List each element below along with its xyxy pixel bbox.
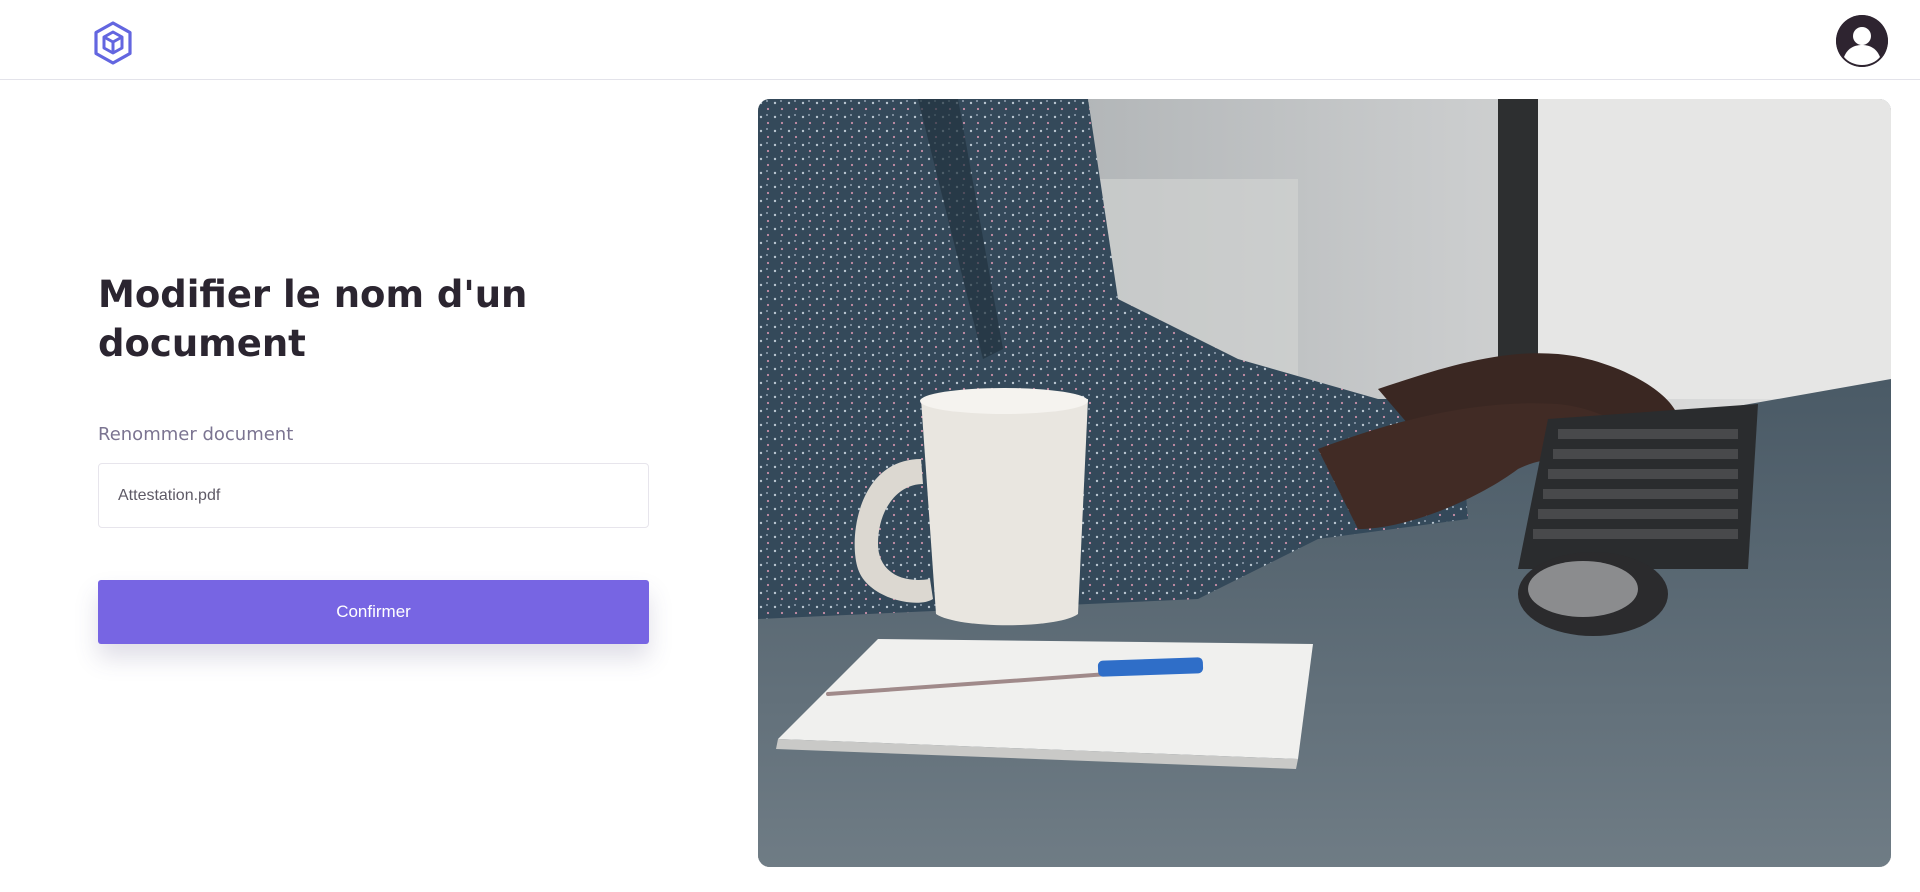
hero-photo — [758, 99, 1891, 867]
top-bar — [0, 0, 1920, 80]
document-name-input[interactable] — [98, 463, 649, 528]
user-avatar-icon[interactable] — [1836, 15, 1888, 67]
app-logo-icon[interactable] — [92, 20, 134, 66]
confirm-button[interactable]: Confirmer — [98, 580, 649, 644]
field-label: Renommer document — [98, 424, 294, 445]
rename-form: Modifier le nom d'un document Renommer d… — [98, 80, 650, 892]
page-title: Modifier le nom d'un document — [98, 273, 528, 365]
